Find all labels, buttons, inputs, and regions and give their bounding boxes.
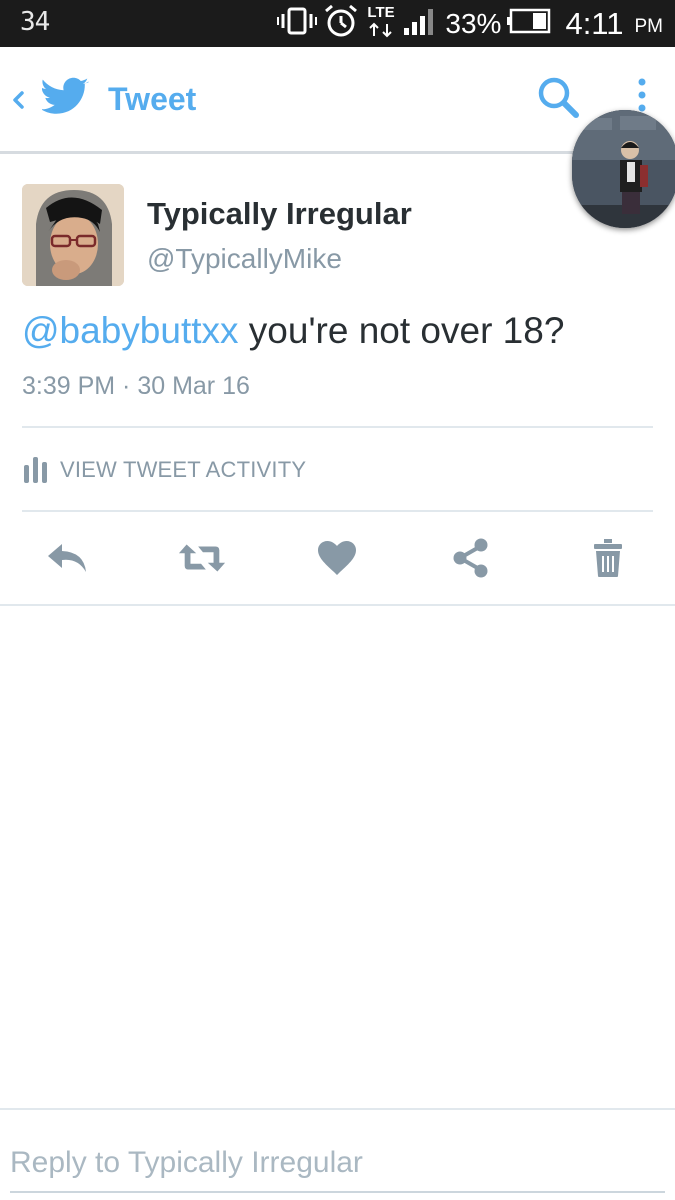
author-name[interactable]: Typically Irregular (147, 196, 412, 232)
battery-icon (507, 8, 551, 39)
lte-label: LTE (368, 4, 395, 21)
share-icon[interactable] (446, 535, 496, 581)
signal-icon (403, 6, 437, 41)
back-arrow-icon[interactable] (8, 85, 28, 115)
mention-link[interactable]: @babybuttxx (22, 310, 239, 351)
search-icon[interactable] (536, 75, 582, 121)
vibrate-icon (277, 6, 318, 41)
clock-time: 4:11 (565, 5, 624, 41)
author-avatar[interactable] (22, 184, 124, 286)
activity-chart-icon (22, 451, 50, 490)
activity-label: VIEW TWEET ACTIVITY (60, 457, 307, 482)
clock-ampm: PM (634, 15, 664, 37)
reply-icon[interactable] (42, 535, 92, 581)
page-title: Tweet (108, 81, 197, 117)
reply-bar (0, 1108, 675, 1200)
status-icons: LTE 33% 4:11 PM (277, 0, 663, 47)
battery-percent: 33% (445, 7, 502, 39)
status-bar: 34 LTE 33% 4:11 PM (0, 0, 675, 47)
tweet-text: @babybuttxx you're not over 18? (22, 310, 564, 352)
divider (0, 604, 675, 606)
status-notification-text: 34 (20, 7, 50, 37)
lte-icon: LTE (365, 2, 397, 45)
divider (22, 510, 653, 512)
delete-icon[interactable] (583, 535, 633, 581)
reply-input[interactable] (10, 1135, 665, 1193)
tweet-timestamp: 3:39 PM · 30 Mar 16 (22, 372, 250, 400)
author-handle[interactable]: @TypicallyMike (147, 243, 342, 275)
account-switcher-avatar[interactable] (572, 110, 675, 228)
tweet-body: you're not over 18? (238, 310, 565, 351)
alarm-icon (323, 3, 359, 44)
retweet-icon[interactable] (177, 535, 227, 581)
app-header: Tweet (0, 47, 675, 154)
like-icon[interactable] (312, 535, 362, 581)
divider (22, 426, 653, 428)
twitter-bird-icon (41, 77, 90, 117)
view-tweet-activity-button[interactable]: VIEW TWEET ACTIVITY (22, 450, 422, 490)
